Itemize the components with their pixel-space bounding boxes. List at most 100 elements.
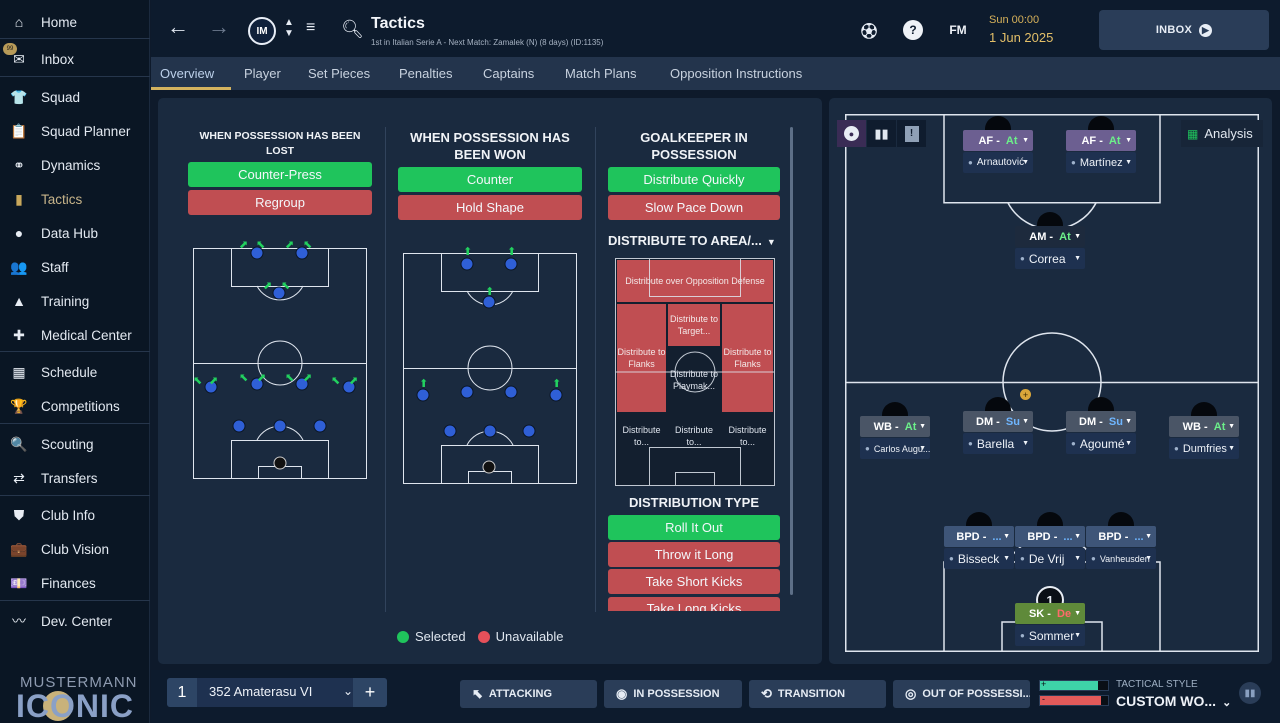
sidebar-item-home[interactable]: ⌂ Home — [0, 7, 150, 37]
role-badge[interactable]: BPD - ... ▼ — [944, 526, 1014, 547]
tab-match-plans[interactable]: Match Plans — [565, 66, 637, 81]
chevron-down-icon: ▼ — [919, 423, 926, 430]
phase-out-of-possession-button[interactable]: ◎ OUT OF POSSESSI... — [893, 680, 1030, 708]
forward-arrow-icon[interactable]: → — [208, 14, 230, 40]
sidebar-item-medical-center[interactable]: ✚ Medical Center — [0, 320, 150, 350]
sidebar-item-data-hub[interactable]: ● Data Hub — [0, 218, 150, 248]
role-badge[interactable]: SK - De ▼ — [1015, 603, 1085, 624]
grid-icon: ▦ — [1187, 126, 1199, 141]
sidebar-item-squad[interactable]: 👕 Squad — [0, 82, 150, 112]
info-card-icon[interactable]: ! — [897, 120, 926, 147]
role-badge[interactable]: WB - At ▼ — [1169, 416, 1239, 437]
menu-icon[interactable]: ≡ — [306, 19, 315, 37]
club-switch-chevrons-icon[interactable]: ▲ ▼ — [284, 17, 294, 39]
sidebar-item-training[interactable]: ▲ Training — [0, 286, 150, 316]
sidebar-item-tactics[interactable]: ▮ Tactics — [0, 184, 150, 214]
role-badge[interactable]: DM - Su ▼ — [1066, 411, 1136, 432]
sidebar-item-dev-center[interactable]: 〰 Dev. Center — [0, 606, 150, 636]
tab-opposition-instructions[interactable]: Opposition Instructions — [670, 66, 802, 81]
role-badge[interactable]: AF - At ▼ — [1066, 130, 1136, 151]
role-badge[interactable]: BPD - ... ▼ — [1015, 526, 1085, 547]
sidebar-item-label: Home — [41, 14, 78, 30]
player-view-icon[interactable]: ● — [837, 120, 866, 147]
take-short-kicks-button[interactable]: Take Short Kicks — [608, 569, 780, 594]
positive-bar-track: + — [1039, 679, 1109, 691]
globe-icon[interactable]: ⚽︎ — [859, 20, 879, 41]
tactic-selector[interactable]: 1 352 Amaterasu VI ⌄ + — [167, 678, 387, 707]
fm-logo[interactable]: FM — [945, 20, 971, 40]
inbox-continue-button[interactable]: INBOX ▶ — [1099, 10, 1269, 50]
regroup-button[interactable]: Regroup — [188, 190, 372, 215]
chevron-down-icon: ▼ — [1074, 255, 1081, 262]
svg-text:⬆: ⬆ — [507, 245, 516, 258]
counter-press-button[interactable]: Counter-Press — [188, 162, 372, 187]
sidebar-item-competitions[interactable]: 🏆 Competitions — [0, 391, 150, 421]
sidebar-item-club-vision[interactable]: 💼 Club Vision — [0, 534, 150, 564]
role-badge[interactable]: DM - Su ▼ — [963, 411, 1033, 432]
bar-chart-icon[interactable]: ▮▮ — [867, 120, 896, 147]
hold-shape-button[interactable]: Hold Shape — [398, 195, 582, 220]
tactic-stats-icon[interactable]: ▮▮ — [1239, 682, 1261, 704]
finances-icon: 💷 — [10, 574, 28, 591]
player-name[interactable]: ● Martínez ▼ — [1066, 152, 1136, 173]
tab-overview[interactable]: Overview — [160, 66, 214, 81]
sidebar-item-dynamics[interactable]: ⚭ Dynamics — [0, 150, 150, 180]
search-icon[interactable]: 🔍︎ — [341, 19, 364, 40]
role-badge[interactable]: AF - At ▼ — [963, 130, 1033, 151]
person-icon: ● — [1071, 158, 1076, 167]
sidebar-item-label: Finances — [41, 575, 96, 591]
player-name[interactable]: ● Correa ▼ — [1015, 248, 1085, 269]
tab-player[interactable]: Player — [244, 66, 281, 81]
phase-in-possession-button[interactable]: ◉ IN POSSESSION — [604, 680, 742, 708]
counter-button[interactable]: Counter — [398, 167, 582, 192]
player-name[interactable]: ● Bisseck ▼ — [944, 548, 1014, 569]
distribute-to-area-title: DISTRIBUTE TO AREA/... — [608, 233, 762, 248]
player-name[interactable]: ● Sommer ▼ — [1015, 625, 1085, 646]
tactic-slot-number[interactable]: 1 — [167, 678, 197, 707]
player-name[interactable]: ● De Vrij ▼ — [1015, 548, 1085, 569]
game-date[interactable]: Sun 00:00 1 Jun 2025 — [989, 14, 1053, 45]
player-name[interactable]: ● Arnautović ▼ — [963, 152, 1033, 173]
analysis-button[interactable]: ▦ Analysis — [1181, 120, 1263, 147]
svg-text:⬉: ⬉ — [331, 374, 340, 387]
tab-captains[interactable]: Captains — [483, 66, 534, 81]
phase-transition-button[interactable]: ⟲ TRANSITION — [749, 680, 886, 708]
sidebar-item-squad-planner[interactable]: 📋 Squad Planner — [0, 116, 150, 146]
player-name[interactable]: ● Vanheusden ▼ — [1086, 548, 1156, 569]
phase-attacking-button[interactable]: ⬉ ATTACKING — [460, 680, 597, 708]
add-tactic-button[interactable]: + — [353, 678, 387, 707]
back-arrow-icon[interactable]: ← — [167, 14, 189, 40]
throw-it-long-button[interactable]: Throw it Long — [608, 542, 780, 567]
ball-icon: ◉ — [616, 686, 628, 701]
sidebar-item-staff[interactable]: 👥 Staff — [0, 252, 150, 282]
person-icon: ● — [1071, 439, 1076, 448]
club-logo[interactable]: IM — [248, 17, 276, 45]
sidebar-item-finances[interactable]: 💷 Finances — [0, 568, 150, 598]
player-name[interactable]: ● Agoumé ▼ — [1066, 433, 1136, 454]
sidebar-item-inbox[interactable]: ✉ Inbox — [0, 44, 150, 74]
tactical-style-label: TACTICAL STYLE — [1116, 679, 1198, 690]
scrollbar[interactable] — [790, 127, 793, 595]
tactical-style-dropdown[interactable]: CUSTOM WO... ⌄ — [1116, 693, 1231, 709]
role-badge[interactable]: BPD - ... ▼ — [1086, 526, 1156, 547]
player-name[interactable]: ● Barella ▼ — [963, 433, 1033, 454]
tab-penalties[interactable]: Penalties — [399, 66, 452, 81]
roll-it-out-button[interactable]: Roll It Out — [608, 515, 780, 540]
player-name[interactable]: ● Carlos Augu... ▼ — [860, 438, 930, 459]
svg-text:⬆: ⬆ — [419, 377, 428, 390]
sidebar-item-schedule[interactable]: ▦ Schedule — [0, 357, 150, 387]
chevron-down-icon[interactable]: ⌄ — [343, 684, 353, 698]
take-long-kicks-button[interactable]: Take Long Kicks — [608, 597, 780, 611]
sidebar-item-scouting[interactable]: 🔍 Scouting — [0, 429, 150, 459]
sidebar-item-club-info[interactable]: ⛊ Club Info — [0, 500, 150, 530]
role-badge[interactable]: WB - At ▼ — [860, 416, 930, 437]
tab-set-pieces[interactable]: Set Pieces — [308, 66, 370, 81]
sidebar-item-transfers[interactable]: ⇄ Transfers — [0, 463, 150, 493]
role-badge[interactable]: AM - At ▼ — [1015, 226, 1085, 247]
player-name[interactable]: ● Dumfries ▼ — [1169, 438, 1239, 459]
distribution-type-title: DISTRIBUTION TYPE — [628, 495, 759, 510]
slow-pace-down-button[interactable]: Slow Pace Down — [608, 195, 780, 220]
distribute-quickly-button[interactable]: Distribute Quickly — [608, 167, 780, 192]
distribute-to-area-dropdown[interactable]: DISTRIBUTE TO AREA/... ▼ — [608, 233, 776, 248]
help-icon[interactable]: ? — [903, 20, 923, 40]
